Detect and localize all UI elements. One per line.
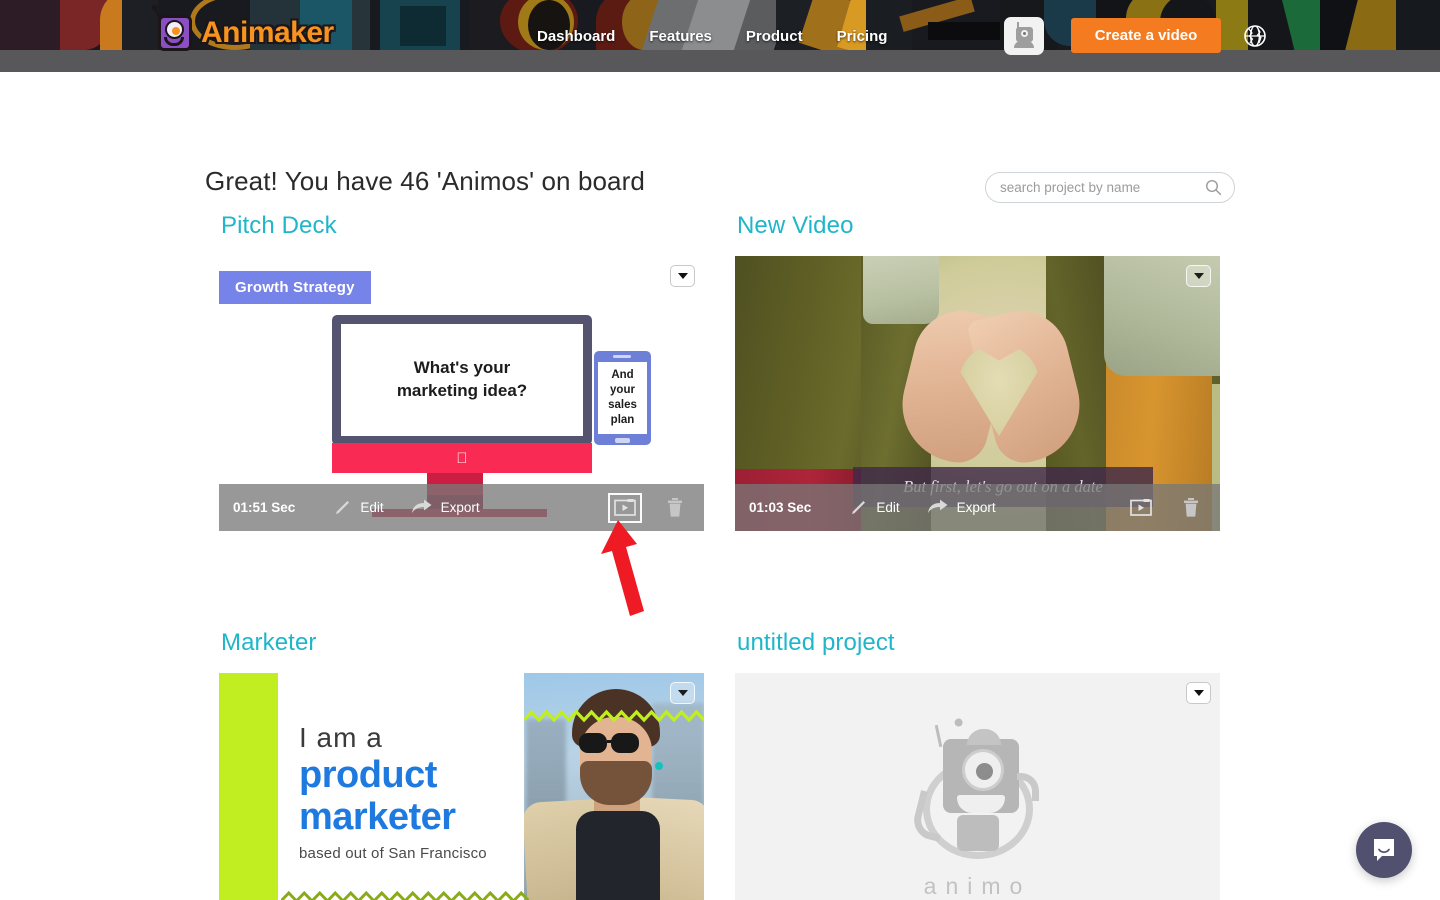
project-duration: 01:51 Sec <box>233 500 296 515</box>
export-button[interactable]: Export <box>926 498 996 517</box>
marketer-line-4: based out of San Francisco <box>299 844 487 862</box>
dashboard-main: Great! You have 46 'Animos' on board Pit… <box>0 72 1440 900</box>
preview-button[interactable] <box>1126 495 1156 521</box>
project-title[interactable]: untitled project <box>737 629 1220 657</box>
marketer-line-3: marketer <box>299 796 456 839</box>
marketer-illustration: I am a product marketer based out of San… <box>219 673 704 900</box>
project-menu-button[interactable] <box>670 265 695 287</box>
globe-icon[interactable] <box>1243 24 1267 48</box>
imac-screen: What's your marketing idea? <box>332 315 592 445</box>
trash-icon <box>1184 498 1198 517</box>
project-duration: 01:03 Sec <box>749 500 812 515</box>
project-menu-button[interactable] <box>670 682 695 704</box>
project-badge: Growth Strategy <box>219 271 371 304</box>
nav-item-pricing[interactable]: Pricing <box>820 28 905 45</box>
share-arrow-icon <box>411 499 432 513</box>
project-thumbnail[interactable]: What's your marketing idea?  And your s… <box>219 256 704 531</box>
imac-body:  <box>332 443 592 473</box>
project-card-pitch-deck: Pitch Deck What's your marketing idea?  <box>219 212 704 531</box>
project-title[interactable]: Pitch Deck <box>221 212 704 240</box>
slide-line-1: What's your <box>413 358 511 378</box>
robot-avatar-icon <box>1013 22 1035 48</box>
phone-illustration: And your sales plan <box>594 351 651 445</box>
export-button[interactable]: Export <box>410 498 480 517</box>
delete-button[interactable] <box>1178 495 1204 521</box>
project-menu-button[interactable] <box>1186 682 1211 704</box>
chevron-down-icon <box>677 690 688 696</box>
pencil-icon <box>852 501 866 514</box>
slide-line-2: marketing idea? <box>396 381 528 400</box>
animaker-robot-icon <box>150 3 195 55</box>
phone-line-2: your <box>610 384 635 397</box>
video-preview-icon <box>614 499 636 516</box>
logo-text: Animaker <box>201 16 334 49</box>
edit-label: Edit <box>876 500 900 515</box>
animo-placeholder: animo <box>735 673 1220 900</box>
phone-line-4: plan <box>610 413 635 426</box>
animaker-logo[interactable]: Animaker <box>150 3 334 58</box>
pencil-icon <box>336 501 350 514</box>
search-project-box[interactable] <box>985 172 1235 203</box>
export-label: Export <box>440 500 480 515</box>
trash-icon <box>668 498 682 517</box>
project-thumbnail[interactable]: I am a product marketer based out of San… <box>219 673 704 900</box>
project-title[interactable]: Marketer <box>221 629 704 657</box>
video-preview-icon <box>1130 499 1152 516</box>
animo-placeholder-label: animo <box>923 873 1032 899</box>
delete-button[interactable] <box>662 495 688 521</box>
project-card-new-video: New Video But first, let's go out on a d… <box>735 212 1220 531</box>
chevron-down-icon <box>1193 690 1204 696</box>
search-icon[interactable] <box>1205 179 1222 196</box>
share-arrow-icon <box>927 499 948 513</box>
annotation-arrow-icon <box>601 520 644 616</box>
export-label: Export <box>956 500 996 515</box>
project-card-untitled: untitled project animo <box>735 629 1220 900</box>
project-card-marketer: Marketer I am a product marketer based o… <box>219 629 704 900</box>
chat-widget-button[interactable] <box>1356 822 1412 878</box>
nav-item-dashboard[interactable]: Dashboard <box>520 28 632 45</box>
preview-button[interactable] <box>608 492 642 523</box>
edit-button[interactable]: Edit <box>333 498 384 517</box>
nav-item-product[interactable]: Product <box>729 28 820 45</box>
marketer-portrait-photo <box>524 673 704 900</box>
main-navigation: Dashboard Features Product Pricing <box>520 0 904 72</box>
marketer-line-1: I am a <box>299 722 383 753</box>
user-avatar-button[interactable] <box>1004 17 1044 55</box>
nav-item-features[interactable]: Features <box>632 28 729 45</box>
zigzag-decoration-top <box>524 709 704 723</box>
project-thumbnail[interactable]: animo 1:24 Sec Edit Export <box>735 673 1220 900</box>
page-title: Great! You have 46 'Animos' on board <box>205 166 645 196</box>
phone-line-1: And <box>611 369 634 382</box>
edit-button[interactable]: Edit <box>849 498 900 517</box>
apple-logo-icon:  <box>456 451 467 466</box>
site-header: Animaker Dashboard Features Product Pric… <box>0 0 1440 72</box>
project-menu-button[interactable] <box>1186 265 1211 287</box>
marketer-line-2: product <box>299 753 437 796</box>
animo-robot-icon <box>909 717 1043 861</box>
create-a-video-button[interactable]: Create a video <box>1071 18 1221 53</box>
edit-label: Edit <box>360 500 384 515</box>
project-thumbnail[interactable]: But first, let's go out on a date 01:03 … <box>735 256 1220 531</box>
project-toolbar: 01:03 Sec Edit Export <box>735 484 1220 531</box>
chevron-down-icon <box>1193 273 1204 279</box>
project-title[interactable]: New Video <box>737 212 1220 240</box>
phone-line-3: sales <box>608 399 637 411</box>
chat-bubble-icon <box>1374 839 1394 861</box>
chevron-down-icon <box>677 273 688 279</box>
project-toolbar: 01:51 Sec Edit Export <box>219 484 704 531</box>
zigzag-decoration-bottom <box>281 890 529 900</box>
search-input[interactable] <box>986 180 1205 195</box>
